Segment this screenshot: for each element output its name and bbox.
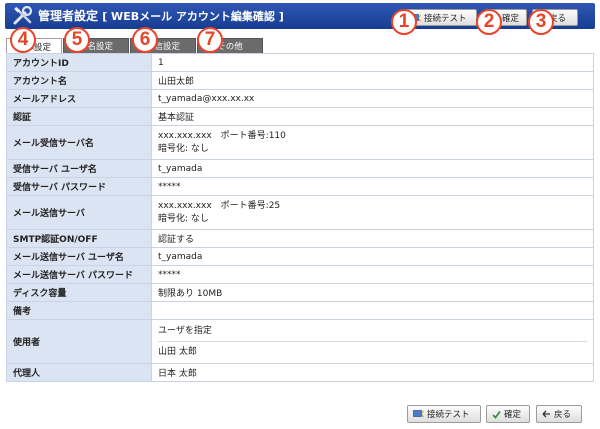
row-label: メールアドレス <box>6 89 152 108</box>
page-subtitle: [ WEBメール アカウント編集確認 ] <box>102 10 284 23</box>
row-value: 山田太郎 <box>151 71 594 90</box>
connection-test-icon <box>413 410 424 418</box>
row-label: 代理人 <box>6 363 152 382</box>
row-label: メール送信サーバ <box>6 195 152 230</box>
page-title: 管理者設定 [ WEBメール アカウント編集確認 ] <box>38 7 284 24</box>
row-value: t_yamada <box>151 247 594 266</box>
connection-test-label: 接続テスト <box>424 13 467 24</box>
table-row: 代理人 日本 太郎 <box>6 363 594 382</box>
confirm-label: 確定 <box>502 13 520 24</box>
row-value: xxx.xxx.xxx ポート番号:110 暗号化: なし <box>151 125 594 160</box>
divider <box>158 340 587 342</box>
footer-confirm-label: 確定 <box>504 410 522 420</box>
row-label: 受信サーバ ユーザ名 <box>6 159 152 178</box>
row-value-line: xxx.xxx.xxx ポート番号:110 <box>158 130 286 141</box>
row-value: 1 <box>151 53 594 72</box>
row-label: 受信サーバ パスワード <box>6 177 152 196</box>
table-row: メール送信サーバ ユーザ名 t_yamada <box>6 247 594 266</box>
badge-3: 3 <box>528 9 554 35</box>
row-value-line: xxx.xxx.xxx ポート番号:25 <box>158 200 281 211</box>
row-label: ディスク容量 <box>6 283 152 302</box>
footer-connection-test-label: 接続テスト <box>427 410 470 420</box>
row-value <box>151 301 594 320</box>
row-value: 日本 太郎 <box>151 363 594 382</box>
tools-icon <box>13 6 33 25</box>
table-row: メール送信サーバ パスワード ***** <box>6 265 594 284</box>
row-value-line: ユーザを指定 <box>158 325 212 336</box>
row-label: アカウント名 <box>6 71 152 90</box>
badge-5: 5 <box>64 27 90 53</box>
row-value: t_yamada <box>151 159 594 178</box>
row-value-line: 山田 太郎 <box>158 346 197 357</box>
row-label: メール送信サーバ ユーザ名 <box>6 247 152 266</box>
row-label: 認証 <box>6 107 152 126</box>
row-label: SMTP認証ON/OFF <box>6 229 152 248</box>
badge-7: 7 <box>197 27 223 53</box>
table-row: 受信サーバ パスワード ***** <box>6 177 594 196</box>
footer-confirm-button[interactable]: 確定 <box>486 405 530 423</box>
row-value: 制限あり 10MB <box>151 283 594 302</box>
table-row: メール送信サーバ xxx.xxx.xxx ポート番号:25 暗号化: なし <box>6 195 594 230</box>
table-row: 認証 基本認証 <box>6 107 594 126</box>
row-label: 使用者 <box>6 319 152 364</box>
row-value: ***** <box>151 177 594 196</box>
footer-connection-test-button[interactable]: 接続テスト <box>407 405 481 423</box>
footer-back-label: 戻る <box>554 410 572 420</box>
row-value: 認証する <box>151 229 594 248</box>
page-header: 管理者設定 [ WEBメール アカウント編集確認 ] 接続テスト 確定 戻る <box>0 0 600 32</box>
table-row: 使用者 ユーザを指定 山田 太郎 <box>6 319 594 364</box>
table-row: アカウントID 1 <box>6 53 594 72</box>
check-icon <box>492 410 501 419</box>
table-row: 備考 <box>6 301 594 320</box>
row-label: 備考 <box>6 301 152 320</box>
back-arrow-icon <box>542 410 550 417</box>
table-row: メールアドレス t_yamada@xxx.xx.xx <box>6 89 594 108</box>
row-value: t_yamada@xxx.xx.xx <box>151 89 594 108</box>
table-row: アカウント名 山田太郎 <box>6 71 594 90</box>
badge-2: 2 <box>476 9 502 35</box>
row-value: xxx.xxx.xxx ポート番号:25 暗号化: なし <box>151 195 594 230</box>
table-row: SMTP認証ON/OFF 認証する <box>6 229 594 248</box>
account-detail-table: アカウントID 1 アカウント名 山田太郎 メールアドレス t_yamada@x… <box>6 53 594 382</box>
row-value: 基本認証 <box>151 107 594 126</box>
badge-4: 4 <box>10 27 36 53</box>
row-label: メール受信サーバ名 <box>6 125 152 160</box>
row-value-line: 暗号化: なし <box>158 143 209 154</box>
badge-6: 6 <box>132 27 158 53</box>
table-row: メール受信サーバ名 xxx.xxx.xxx ポート番号:110 暗号化: なし <box>6 125 594 160</box>
row-label: メール送信サーバ パスワード <box>6 265 152 284</box>
footer-back-button[interactable]: 戻る <box>536 405 582 423</box>
table-row: ディスク容量 制限あり 10MB <box>6 283 594 302</box>
row-value: ユーザを指定 山田 太郎 <box>151 319 594 364</box>
row-value-line: 暗号化: なし <box>158 213 209 224</box>
page-title-main: 管理者設定 <box>38 9 99 23</box>
row-value: ***** <box>151 265 594 284</box>
row-label: アカウントID <box>6 53 152 72</box>
badge-1: 1 <box>391 9 417 35</box>
table-row: 受信サーバ ユーザ名 t_yamada <box>6 159 594 178</box>
